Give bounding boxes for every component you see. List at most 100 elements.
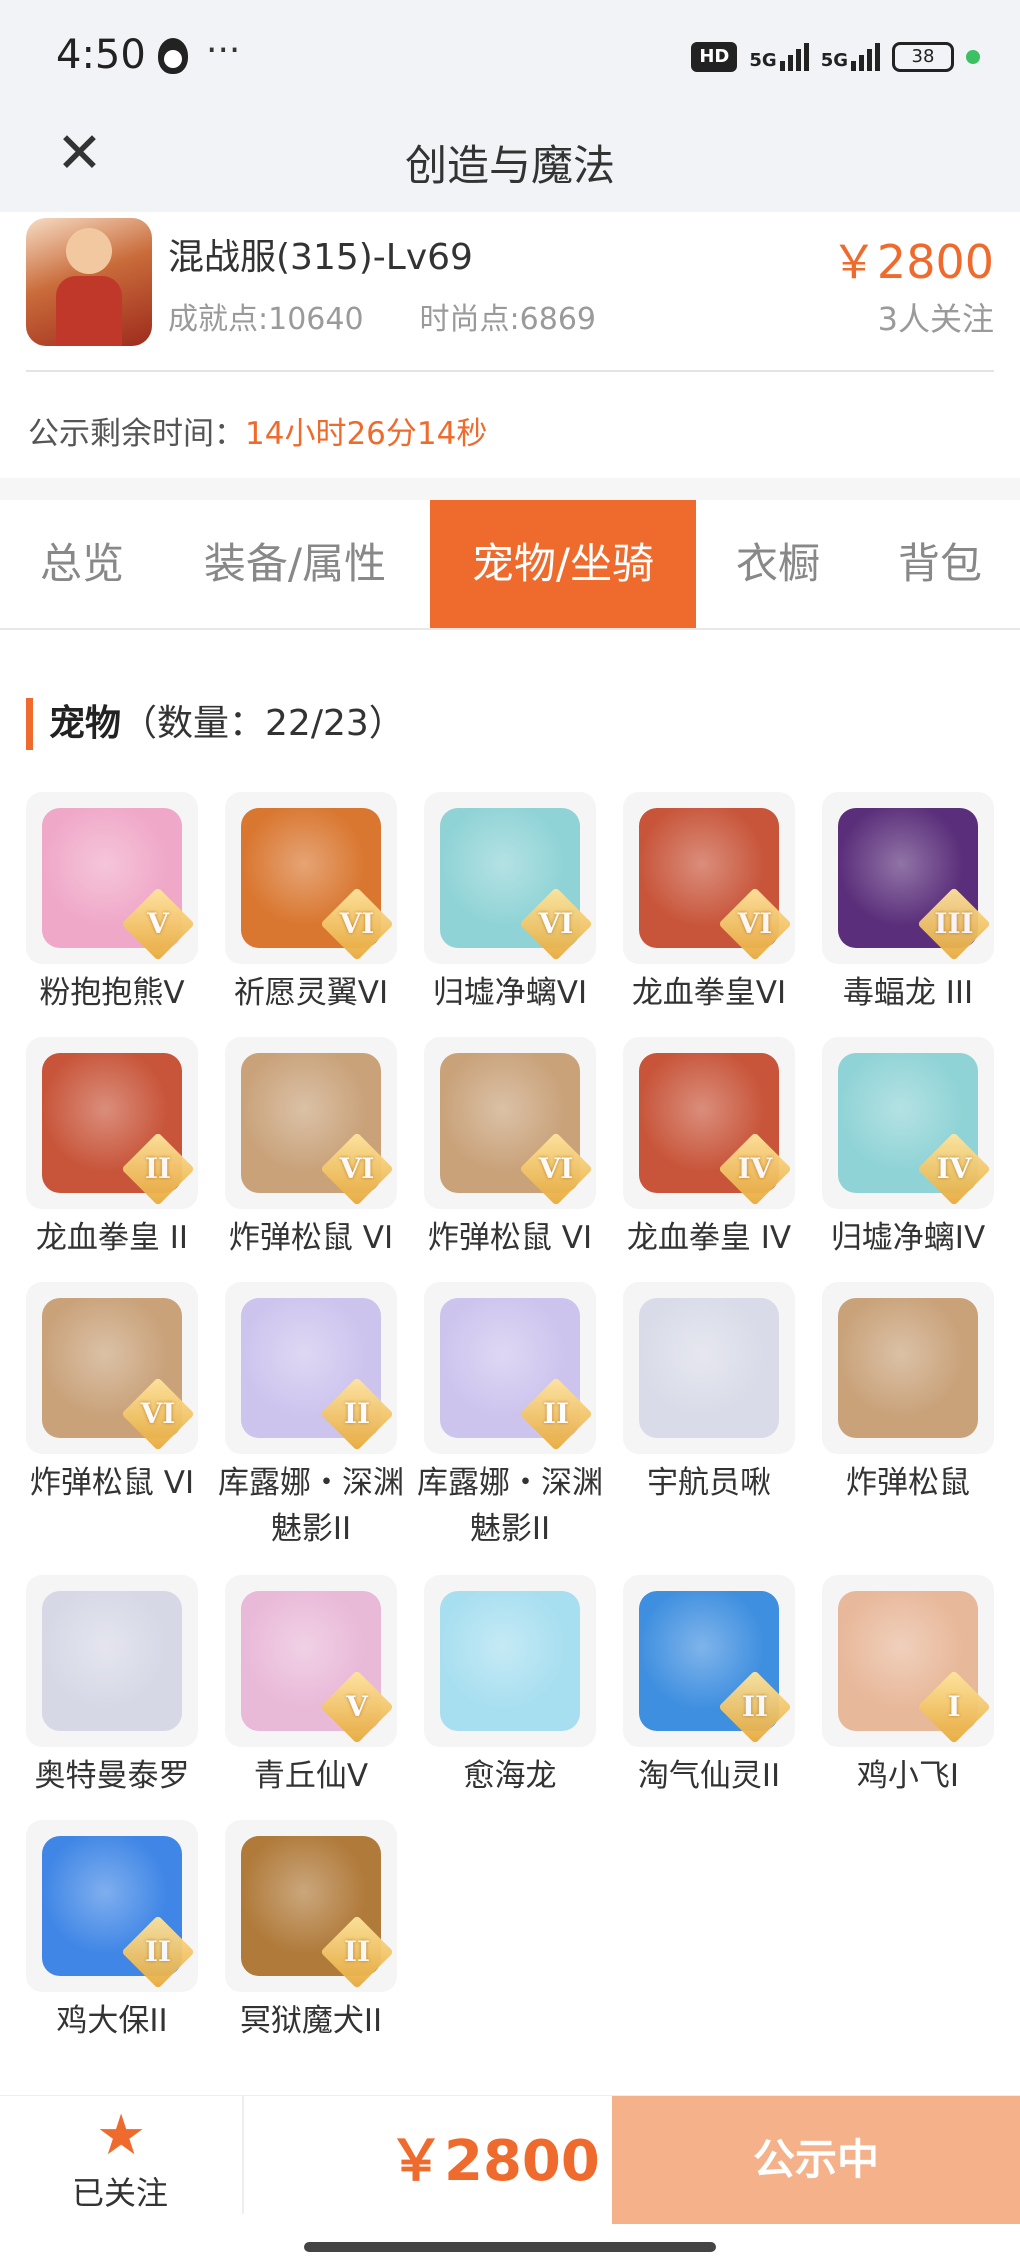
tab-pets-mounts[interactable]: 宠物/坐骑 (430, 500, 696, 628)
pet-image (26, 1575, 198, 1747)
pet-item[interactable]: II 淘气仙灵II (623, 1575, 799, 1799)
pet-item[interactable]: III 毒蝠龙 III (822, 792, 998, 1016)
pet-image: VI (26, 1282, 198, 1454)
pet-name: 鸡小飞I (856, 1758, 960, 1794)
publicity-button[interactable]: 公示中 (612, 2096, 1020, 2224)
grade-badge: V (320, 1670, 394, 1744)
star-icon[interactable]: ★ (96, 2106, 146, 2166)
pet-name: 宇航员啾 (647, 1465, 771, 1501)
pet-name: 归墟净螭IV (830, 1220, 986, 1256)
pet-image: II (623, 1575, 795, 1747)
grade-badge: II (121, 1915, 195, 1989)
pet-image: II (26, 1820, 198, 1992)
grade-badge: VI (320, 887, 394, 961)
pet-image: VI (225, 1037, 397, 1209)
pet-image: III (822, 792, 994, 964)
bottom-price: ￥2800 (388, 2129, 600, 2194)
pet-art (440, 1591, 580, 1731)
pet-item[interactable]: II 鸡大保II (26, 1820, 202, 2044)
status-bar: 4:50 ··· HD 5G 5G 38 (0, 0, 1020, 110)
pet-image: IV (822, 1037, 994, 1209)
tab-wardrobe[interactable]: 衣橱 (696, 500, 860, 628)
pet-item[interactable]: II 冥狱魔犬II (225, 1820, 401, 2044)
pet-item[interactable]: II 龙血拳皇 II (26, 1037, 202, 1261)
grade-badge: VI (519, 887, 593, 961)
divider (26, 370, 994, 372)
pet-item[interactable]: IV 龙血拳皇 IV (623, 1037, 799, 1261)
pet-item[interactable]: VI 炸弹松鼠 VI (26, 1282, 202, 1506)
pet-image: VI (424, 792, 596, 964)
pet-item[interactable]: VI 归墟净螭VI (424, 792, 600, 1016)
pet-image: II (424, 1282, 596, 1454)
points-row: 成就点:10640 时尚点:6869 (168, 294, 596, 338)
tab-backpack[interactable]: 背包 (860, 500, 1020, 628)
divider (242, 2096, 244, 2214)
pet-item[interactable]: VI 炸弹松鼠 VI (225, 1037, 401, 1261)
pet-image: VI (623, 792, 795, 964)
pet-name: 炸弹松鼠 VI (228, 1220, 394, 1256)
system-indicators: HD 5G 5G 38 (691, 42, 980, 72)
grade-badge: II (320, 1915, 394, 1989)
avatar (26, 218, 152, 346)
follower-count: 3人关注 (877, 300, 994, 338)
pet-name: 炸弹松鼠 (846, 1465, 970, 1501)
battery-icon: 38 (892, 42, 954, 72)
tab-equipment[interactable]: 装备/属性 (164, 500, 426, 628)
home-indicator[interactable] (304, 2242, 716, 2252)
pet-name: 粉抱抱熊Ⅴ (39, 975, 185, 1011)
signal-icon-2: 5G (821, 43, 880, 71)
pet-name: 鸡大保II (56, 2003, 168, 2039)
pet-item[interactable]: IV 归墟净螭IV (822, 1037, 998, 1261)
pet-name: 淘气仙灵II (637, 1758, 781, 1794)
pet-item[interactable]: 炸弹松鼠 (822, 1282, 998, 1506)
pet-name: 炸弹松鼠 VI (427, 1220, 593, 1256)
tab-bar: 总览 装备/属性 宠物/坐骑 衣橱 背包 (0, 500, 1020, 630)
pet-image: I (822, 1575, 994, 1747)
grade-badge: II (320, 1377, 394, 1451)
pet-image (822, 1282, 994, 1454)
qq-icon (158, 38, 188, 74)
pet-item[interactable]: VI 龙血拳皇VI (623, 792, 799, 1016)
page-title: 创造与魔法 (404, 141, 615, 190)
pet-item[interactable]: 宇航员啾 (623, 1282, 799, 1506)
clock: 4:50 (56, 32, 146, 78)
pet-name: 库露娜・深渊魅影II (218, 1465, 404, 1547)
pet-name: 愈海龙 (463, 1758, 557, 1794)
grade-badge: II (718, 1670, 792, 1744)
followed-label[interactable]: 已关注 (72, 2168, 168, 2214)
grade-badge: IV (917, 1132, 991, 1206)
pet-image: II (225, 1282, 397, 1454)
nav-bar: ✕ 创造与魔法 (0, 110, 1020, 212)
pet-name: 龙血拳皇 IV (626, 1220, 792, 1256)
achievement-points: 成就点:10640 (168, 302, 364, 337)
pet-image (424, 1575, 596, 1747)
pet-name: 青丘仙V (253, 1758, 369, 1794)
pet-name: 毒蝠龙 III (842, 975, 974, 1011)
grade-badge: II (519, 1377, 593, 1451)
pet-item[interactable]: II 库露娜・深渊魅影II (417, 1282, 603, 1552)
pet-image: V (26, 792, 198, 964)
pet-item[interactable]: V 粉抱抱熊Ⅴ (26, 792, 202, 1016)
grade-badge: VI (320, 1132, 394, 1206)
pet-name: 炸弹松鼠 VI (29, 1465, 195, 1501)
pet-item[interactable]: 奥特曼泰罗 (26, 1575, 202, 1799)
bottom-bar: ★ 已关注 ￥2800 公示中 (0, 2095, 1020, 2225)
pet-item[interactable]: II 库露娜・深渊魅影II (218, 1282, 404, 1552)
pet-item[interactable]: 愈海龙 (424, 1575, 600, 1799)
server-level: 混战服(315)-Lv69 (168, 237, 473, 278)
pet-name: 龙血拳皇 II (35, 1220, 189, 1256)
section-title: 宠物（数量：22/23） (26, 698, 405, 750)
pet-item[interactable]: VI 炸弹松鼠 VI (424, 1037, 600, 1261)
tab-overview[interactable]: 总览 (0, 500, 164, 628)
grade-badge: VI (519, 1132, 593, 1206)
remaining-time: 公示剩余时间：14小时26分14秒 (28, 416, 488, 452)
pet-image: II (26, 1037, 198, 1209)
grade-badge: VI (718, 887, 792, 961)
pet-art (42, 1591, 182, 1731)
active-dot-icon (966, 50, 980, 64)
pet-item[interactable]: VI 祈愿灵翼VI (225, 792, 401, 1016)
pet-image: VI (424, 1037, 596, 1209)
pet-image: IV (623, 1037, 795, 1209)
pet-item[interactable]: I 鸡小飞I (822, 1575, 998, 1799)
pet-item[interactable]: V 青丘仙V (225, 1575, 401, 1799)
